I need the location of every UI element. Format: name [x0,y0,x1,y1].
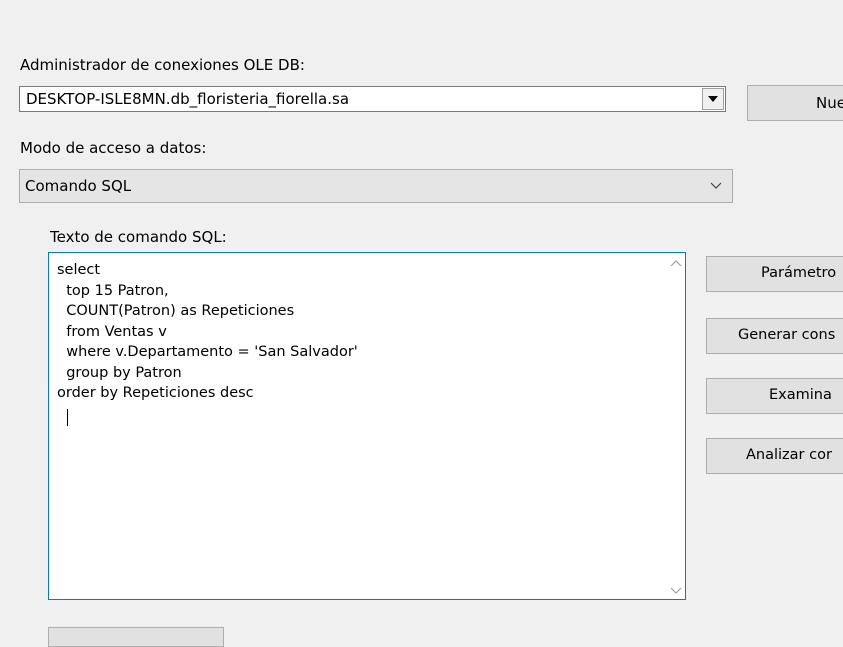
oledb-connection-label: Administrador de conexiones OLE DB: [20,56,305,74]
parse-query-button[interactable]: Analizar cor [706,438,843,474]
sql-command-textarea[interactable]: select top 15 Patron, COUNT(Patron) as R… [48,252,686,600]
chevron-down-icon [710,182,722,189]
parameters-button[interactable]: Parámetro [706,256,843,292]
parameters-button-label: Parámetro [761,265,837,281]
scroll-down-icon[interactable] [670,587,682,595]
data-access-mode-value: Comando SQL [25,177,132,195]
browse-button-label: Examina [769,387,832,403]
data-access-mode-select[interactable]: Comando SQL [19,169,733,203]
browse-button[interactable]: Examina [706,378,843,414]
triangle-down-icon [708,96,718,102]
build-query-button-label: Generar cons [738,327,836,343]
scroll-up-icon[interactable] [670,259,682,267]
connection-dropdown-button[interactable] [702,88,724,110]
data-access-mode-label: Modo de acceso a datos: [20,139,207,157]
connection-manager-combobox[interactable]: DESKTOP-ISLE8MN.db_floristeria_fiorella.… [19,86,726,112]
new-connection-button-label: Nuev [816,94,843,112]
sql-command-text-label: Texto de comando SQL: [50,228,227,246]
build-query-button[interactable]: Generar cons [706,318,843,354]
connection-manager-value: DESKTOP-ISLE8MN.db_floristeria_fiorella.… [26,90,350,108]
preview-button[interactable] [48,627,224,647]
text-caret [67,409,68,426]
parse-query-button-label: Analizar cor [746,447,832,463]
new-connection-button[interactable]: Nuev [747,85,843,121]
sql-command-text: select top 15 Patron, COUNT(Patron) as R… [57,262,358,401]
